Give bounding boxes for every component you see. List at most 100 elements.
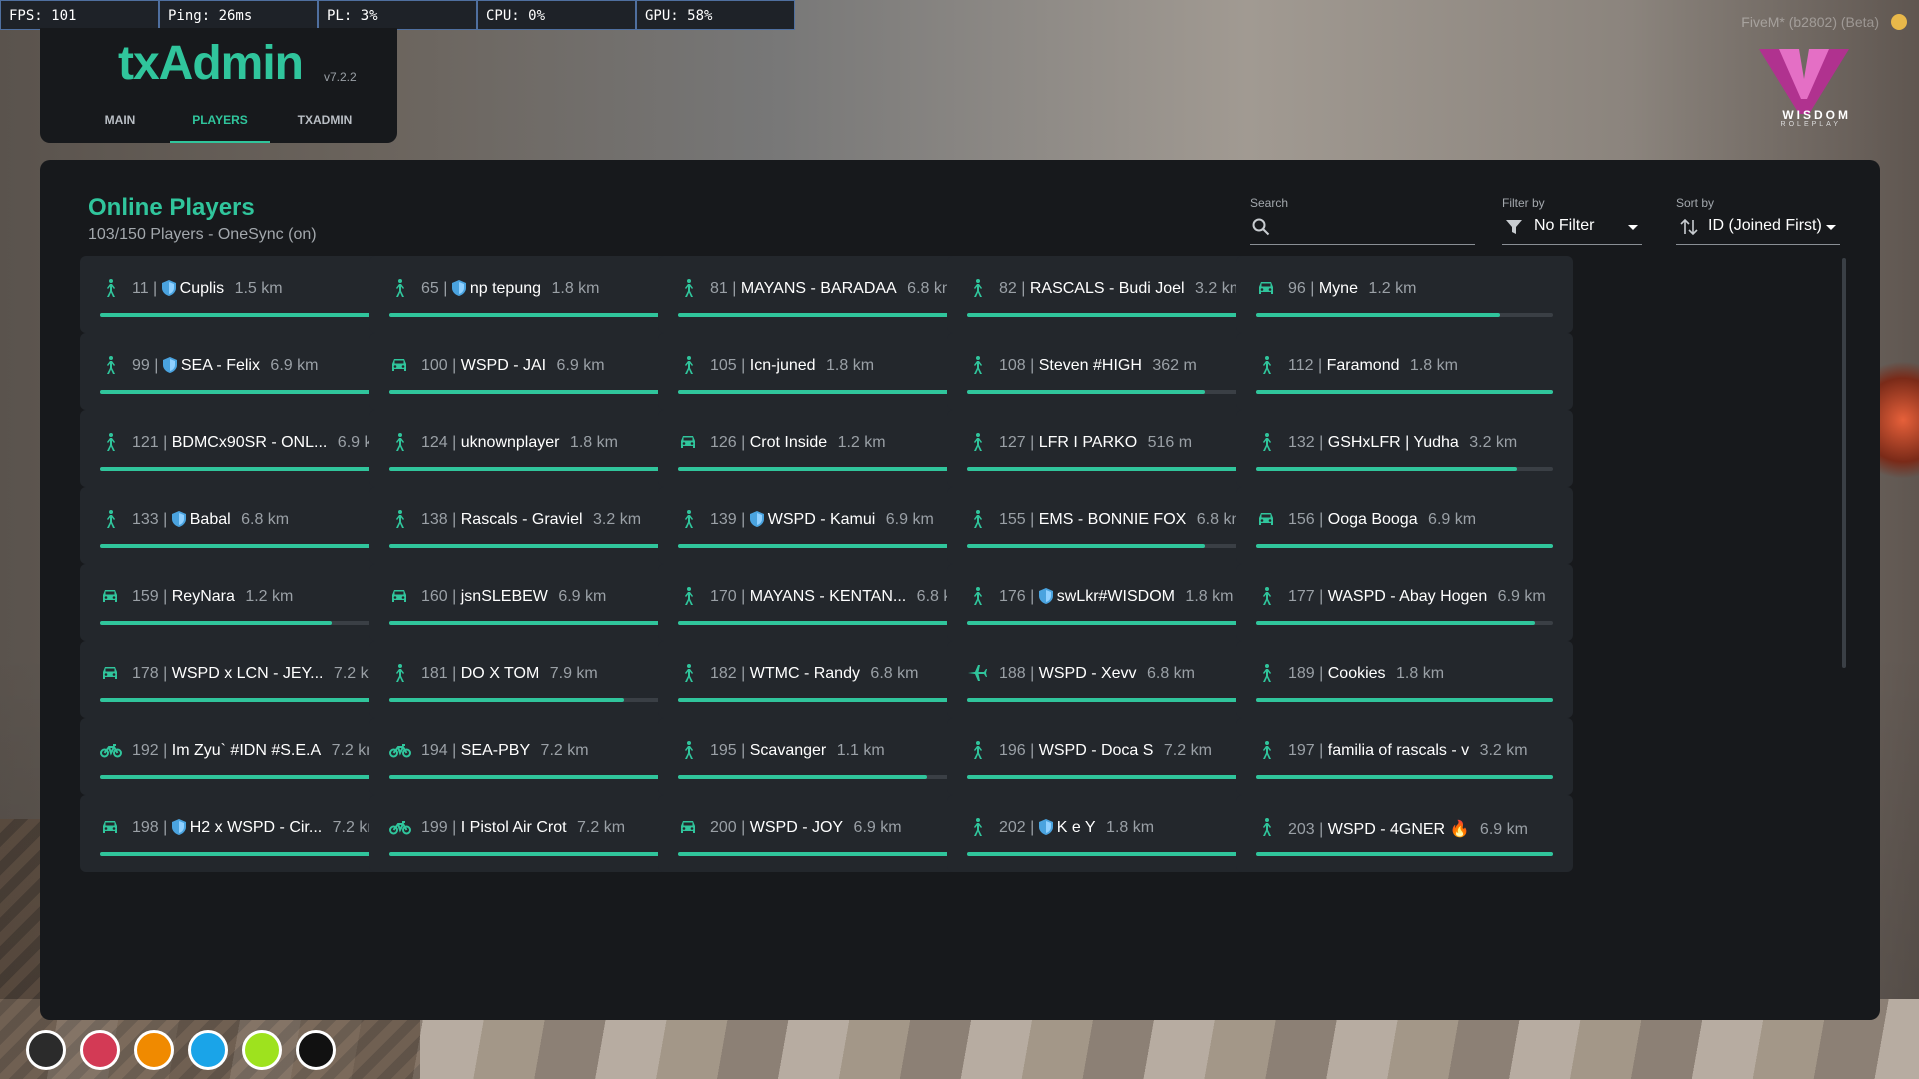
health-bar [389,852,686,856]
player-card[interactable]: 195 | Scavanger 1.1 km [658,718,995,795]
player-id: 197 | [1288,742,1328,759]
player-card[interactable]: 139 | WSPD - Kamui 6.9 km [658,487,995,564]
walk-icon [100,278,120,298]
player-card[interactable]: 182 | WTMC - Randy 6.8 km [658,641,995,718]
player-card[interactable]: 11 | Cuplis 1.5 km [80,256,417,333]
tab-main[interactable]: MAIN [90,103,150,141]
player-card[interactable]: 197 | familia of rascals - v 3.2 km [1236,718,1573,795]
walk-icon [678,663,698,683]
health-bar [389,544,686,548]
health-bar-fill [1256,775,1553,779]
player-id: 181 | [421,665,461,682]
player-id: 82 | [999,280,1030,297]
player-card[interactable]: 65 | np tepung 1.8 km [369,256,706,333]
player-card[interactable]: 178 | WSPD x LCN - JEY... 7.2 km [80,641,417,718]
player-card[interactable]: 82 | RASCALS - Budi Joel 3.2 km [947,256,1284,333]
player-card[interactable]: 199 | I Pistol Air Crot 7.2 km [369,795,706,872]
player-card[interactable]: 160 | jsnSLEBEW 6.9 km [369,564,706,641]
player-name: WSPD - Xevv [1038,665,1137,682]
player-line: 96 | Myne 1.2 km [1288,280,1416,298]
player-card[interactable]: 121 | BDMCx90SR - ONL... 6.9 km [80,410,417,487]
player-name: Myne [1318,280,1358,297]
player-distance: 1.2 km [833,434,886,451]
player-line: 189 | Cookies 1.8 km [1288,665,1444,683]
player-card[interactable]: 196 | WSPD - Doca S 7.2 km [947,718,1284,795]
player-card[interactable]: 192 | Im Zyu` #IDN #S.E.A 7.2 km [80,718,417,795]
player-distance: 1.2 km [1363,280,1417,297]
player-card[interactable]: 202 | K e Y 1.8 km [947,795,1284,872]
player-name: WASPD - Abay Hogen [1327,588,1488,605]
player-distance: 7.2 km [572,819,626,836]
player-card[interactable]: 112 | Faramond 1.8 km [1236,333,1573,410]
player-line: 11 | Cuplis 1.5 km [132,280,283,301]
player-line: 99 | SEA - Felix 6.9 km [132,357,318,378]
health-bar-fill [967,698,1264,702]
sort-select[interactable]: ID (Joined First) [1676,210,1840,245]
player-distance: 1.1 km [832,742,885,759]
car-icon [100,663,120,683]
health-bar [100,621,397,625]
health-bar-fill [967,544,1205,548]
player-card[interactable]: 159 | ReyNara 1.2 km [80,564,417,641]
player-distance: 3.2 km [588,511,642,528]
player-name: WSPD - 4GNER 🔥 [1327,821,1470,838]
player-card[interactable]: 188 | WSPD - Xevv 6.8 km [947,641,1284,718]
walk-icon [100,355,120,375]
player-card[interactable]: 181 | DO X TOM 7.9 km [369,641,706,718]
player-card[interactable]: 198 | H2 x WSPD - Cir... 7.2 km [80,795,417,872]
player-card[interactable]: 126 | Crot Inside 1.2 km [658,410,995,487]
health-bar [1256,621,1553,625]
walk-icon [678,740,698,760]
walk-icon [389,278,409,298]
search-field[interactable] [1250,210,1475,245]
player-card[interactable]: 81 | MAYANS - BARADAA 6.8 km [658,256,995,333]
walk-icon [678,509,698,529]
player-card[interactable]: 133 | Babal 6.8 km [80,487,417,564]
player-card[interactable]: 96 | Myne 1.2 km [1236,256,1573,333]
player-card[interactable]: 177 | WASPD - Abay Hogen 6.9 km [1236,564,1573,641]
health-bar-fill [678,698,975,702]
player-card[interactable]: 108 | Steven #HIGH 362 m [947,333,1284,410]
player-card[interactable]: 105 | Icn-juned 1.8 km [658,333,995,410]
player-card[interactable]: 200 | WSPD - JOY 6.9 km [658,795,995,872]
shield-icon [749,511,764,532]
player-id: 139 | [710,511,750,528]
player-card[interactable]: 170 | MAYANS - KENTAN... 6.8 km [658,564,995,641]
background-glow [1879,340,1919,500]
shield-icon [451,280,466,301]
health-bar [100,544,397,548]
player-id: 138 | [421,511,461,528]
player-card[interactable]: 176 | swLkr#WISDOM 1.8 km [947,564,1284,641]
player-distance: 1.8 km [821,357,875,374]
player-card[interactable]: 99 | SEA - Felix 6.9 km [80,333,417,410]
player-distance: 6.8 km [236,511,290,528]
scrollbar[interactable] [1842,258,1846,668]
player-card[interactable]: 138 | Rascals - Graviel 3.2 km [369,487,706,564]
tab-players[interactable]: PLAYERS [170,103,270,143]
tab-txadmin[interactable]: TXADMIN [285,103,365,141]
health-bar-fill [967,467,1264,471]
health-bar-fill [678,621,975,625]
player-card[interactable]: 100 | WSPD - JAI 6.9 km [369,333,706,410]
player-card[interactable]: 189 | Cookies 1.8 km [1236,641,1573,718]
walk-icon [967,740,987,760]
player-line: 176 | swLkr#WISDOM 1.8 km [999,588,1233,609]
player-name: SEA-PBY [460,742,531,759]
player-card[interactable]: 203 | WSPD - 4GNER 🔥 6.9 km [1236,795,1573,872]
player-card[interactable]: 155 | EMS - BONNIE FOX 6.8 km [947,487,1284,564]
search-input[interactable] [1280,216,1474,242]
player-name: I Pistol Air Crot [460,819,567,836]
player-card[interactable]: 127 | LFR I PARKO 516 m [947,410,1284,487]
player-distance: 1.5 km [230,280,283,297]
player-distance: 1.8 km [1101,819,1155,836]
player-card[interactable]: 124 | uknownplayer 1.8 km [369,410,706,487]
player-card[interactable]: 156 | Ooga Booga 6.9 km [1236,487,1573,564]
player-card[interactable]: 132 | GSHxLFR | Yudha 3.2 km [1236,410,1573,487]
player-distance: 6.9 km [881,511,934,528]
filter-select[interactable]: No Filter [1502,210,1642,245]
health-bar-fill [389,698,624,702]
player-name: RASCALS - Budi Joel [1029,280,1185,297]
player-card[interactable]: 194 | SEA-PBY 7.2 km [369,718,706,795]
filter-icon [1506,220,1522,234]
walk-icon [678,355,698,375]
